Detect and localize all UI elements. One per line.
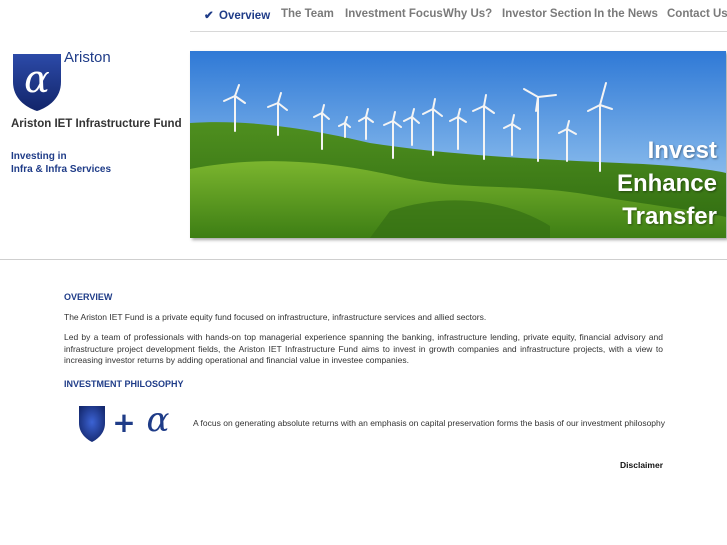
hero-text-invest: Invest (647, 137, 717, 164)
svg-text:α: α (24, 57, 50, 101)
nav-item-investment-focus[interactable]: Investment Focus (345, 8, 443, 20)
svg-text:α: α (147, 405, 170, 440)
overview-paragraph-1: The Ariston IET Fund is a private equity… (64, 312, 487, 322)
shield-alpha-logo[interactable]: α (11, 52, 63, 112)
fund-name: Ariston IET Infrastructure Fund (11, 118, 182, 130)
nav-item-overview[interactable]: ✔ Overview (204, 8, 270, 22)
investment-philosophy-heading: INVESTMENT PHILOSOPHY (64, 379, 184, 389)
section-divider (0, 259, 727, 260)
nav-divider (190, 31, 727, 32)
nav-item-in-the-news[interactable]: In the News (594, 8, 658, 20)
tagline: Investing in Infra & Infra Services (11, 150, 111, 176)
tagline-line-2: Infra & Infra Services (11, 164, 112, 175)
nav-item-contact-us[interactable]: Contact Us (667, 8, 727, 20)
nav-item-label: The Team (281, 8, 334, 20)
hero-text-enhance: Enhance (616, 170, 717, 197)
overview-paragraph-2: Led by a team of professionals with hand… (64, 332, 663, 365)
disclaimer-link[interactable]: Disclaimer (620, 460, 663, 470)
nav-item-investor-section[interactable]: Investor Section (502, 8, 591, 20)
top-navigation: ✔ Overview The Team Investment Focus Why … (0, 0, 727, 30)
philosophy-text: A focus on generating absolute returns w… (193, 418, 666, 428)
nav-item-label: Overview (219, 10, 271, 22)
nav-item-label: Investment Focus (345, 8, 443, 20)
nav-item-the-team[interactable]: The Team (281, 8, 334, 20)
checkmark-icon: ✔ (204, 10, 214, 22)
overview-heading: OVERVIEW (64, 292, 113, 302)
nav-item-label: Investor Section (502, 8, 592, 20)
shield-plus-alpha-icon: + α (78, 400, 178, 443)
svg-text:+: + (112, 406, 135, 439)
hero-banner: Invest Enhance Transfer (190, 51, 726, 238)
brand-name: Ariston (64, 49, 111, 66)
nav-item-label: Why Us? (443, 8, 493, 20)
nav-item-label: Contact Us (667, 8, 727, 20)
tagline-line-1: Investing in (11, 151, 67, 162)
nav-item-why-us[interactable]: Why Us? (443, 8, 492, 20)
hero-text-transfer: Transfer (622, 203, 717, 230)
nav-item-label: In the News (594, 8, 658, 20)
